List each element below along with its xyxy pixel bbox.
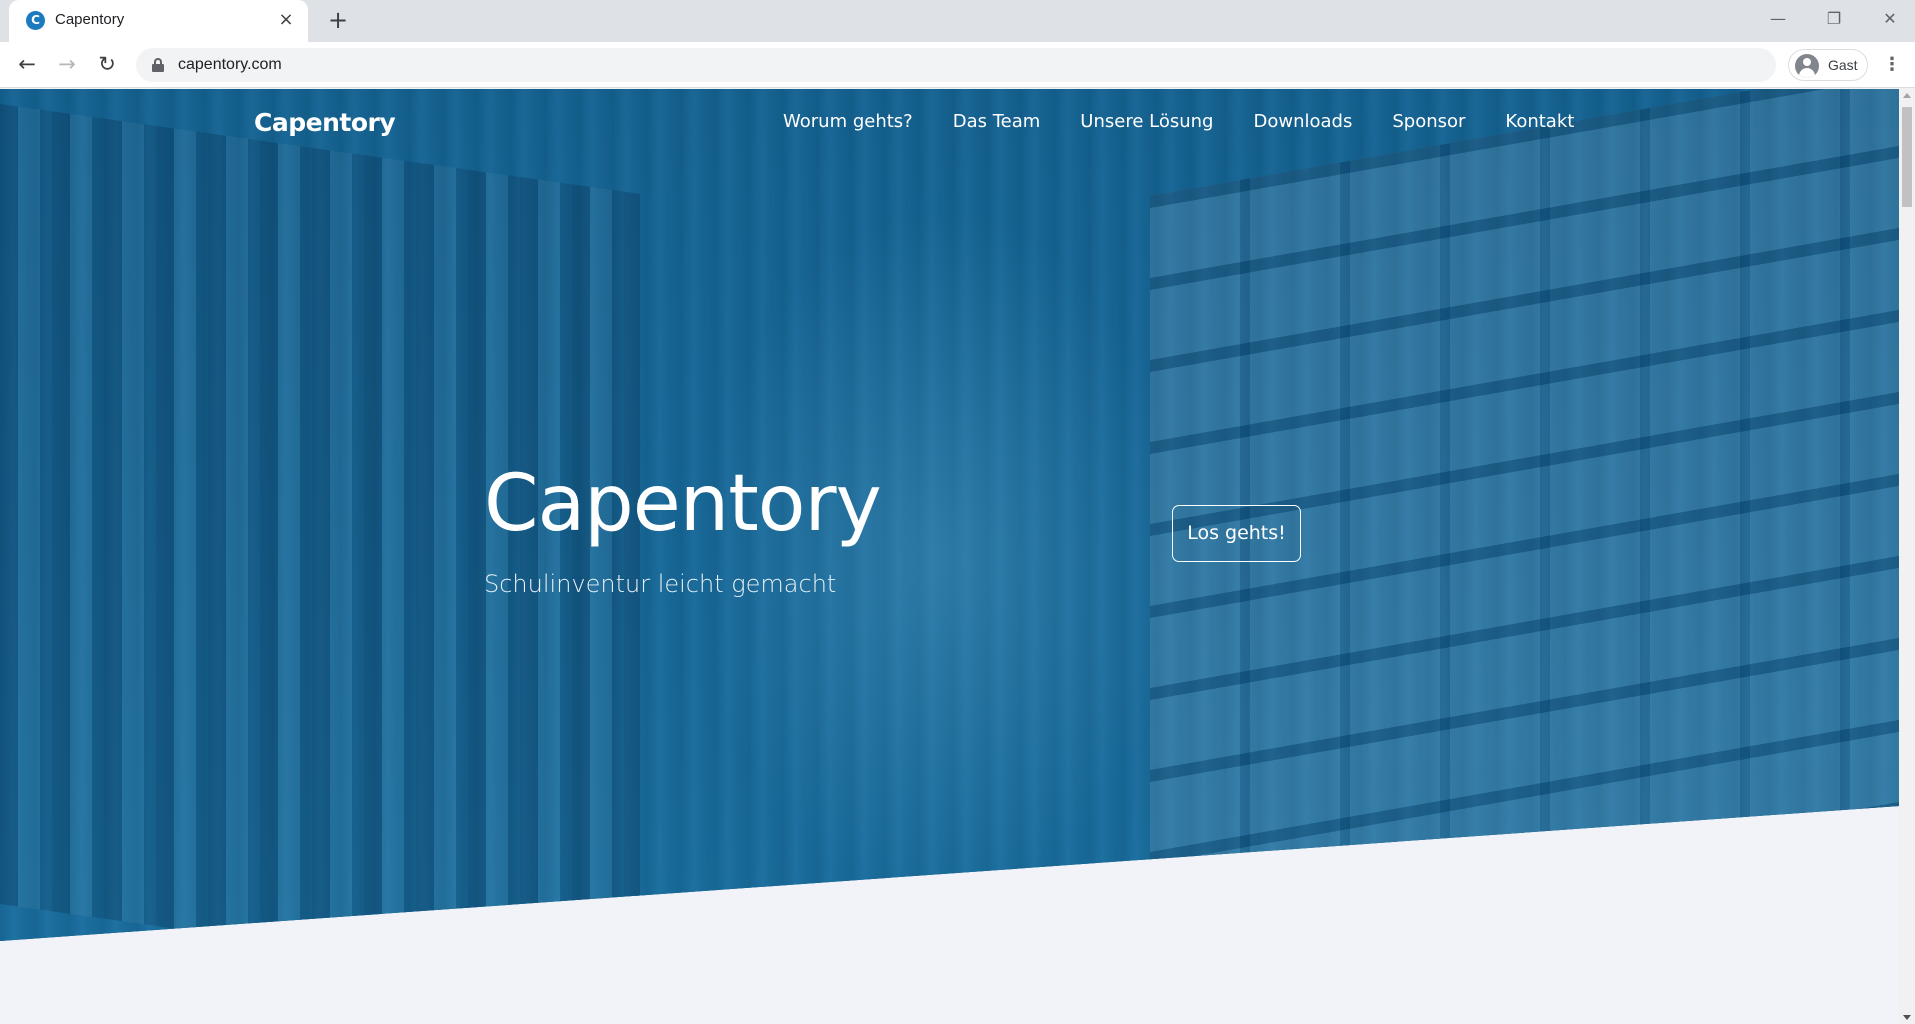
- profile-label: Gast: [1828, 57, 1858, 73]
- reload-icon[interactable]: ↻: [94, 52, 120, 78]
- site-navbar: Capentory Worum gehts? Das Team Unsere L…: [0, 89, 1899, 157]
- scrollbar-thumb[interactable]: [1902, 107, 1912, 207]
- tab-title: Capentory: [55, 11, 125, 28]
- los-gehts-button[interactable]: Los gehts!: [1172, 505, 1301, 562]
- kebab-menu-icon[interactable]: ⋮: [1880, 52, 1904, 78]
- lock-icon[interactable]: [152, 58, 164, 72]
- browser-tabstrip: C Capentory × + — ❐ ✕: [0, 0, 1915, 42]
- scroll-up-arrow-icon[interactable]: [1903, 93, 1911, 98]
- hero-title: Capentory: [484, 459, 882, 549]
- nav-link-worum-gehts[interactable]: Worum gehts?: [783, 111, 913, 132]
- browser-tab[interactable]: C Capentory ×: [9, 0, 308, 42]
- browser-toolbar: ← → ↻ capentory.com Gast ⋮: [0, 42, 1915, 88]
- hero-background-aisle: [700, 209, 1180, 909]
- forward-arrow-icon[interactable]: →: [54, 52, 80, 78]
- nav-link-kontakt[interactable]: Kontakt: [1505, 111, 1574, 132]
- nav-link-unsere-loesung[interactable]: Unsere Lösung: [1080, 111, 1213, 132]
- new-tab-button[interactable]: +: [326, 8, 350, 32]
- window-minimize-button[interactable]: —: [1758, 6, 1798, 32]
- page-viewport: Capentory Worum gehts? Das Team Unsere L…: [0, 89, 1899, 1024]
- address-url[interactable]: capentory.com: [178, 56, 282, 74]
- page-scrollbar[interactable]: [1899, 89, 1915, 1024]
- site-nav-links: Worum gehts? Das Team Unsere Lösung Down…: [783, 111, 1574, 132]
- site-brand-logo[interactable]: Capentory: [254, 108, 396, 137]
- profile-button[interactable]: Gast: [1788, 49, 1868, 81]
- scroll-down-arrow-icon[interactable]: [1903, 1015, 1911, 1020]
- nav-link-downloads[interactable]: Downloads: [1253, 111, 1352, 132]
- address-bar[interactable]: capentory.com: [136, 48, 1776, 82]
- window-close-button[interactable]: ✕: [1870, 6, 1910, 32]
- nav-link-das-team[interactable]: Das Team: [953, 111, 1041, 132]
- window-restore-button[interactable]: ❐: [1814, 6, 1854, 32]
- site-favicon-icon: C: [26, 11, 45, 30]
- avatar-icon: [1795, 54, 1819, 78]
- hero-section: Capentory Worum gehts? Das Team Unsere L…: [0, 89, 1899, 941]
- hero-subtitle: Schulinventur leicht gemacht: [484, 570, 837, 598]
- hero-background-shelf-left: [0, 104, 640, 941]
- nav-link-sponsor[interactable]: Sponsor: [1392, 111, 1465, 132]
- back-arrow-icon[interactable]: ←: [14, 52, 40, 78]
- tab-close-icon[interactable]: ×: [276, 10, 296, 30]
